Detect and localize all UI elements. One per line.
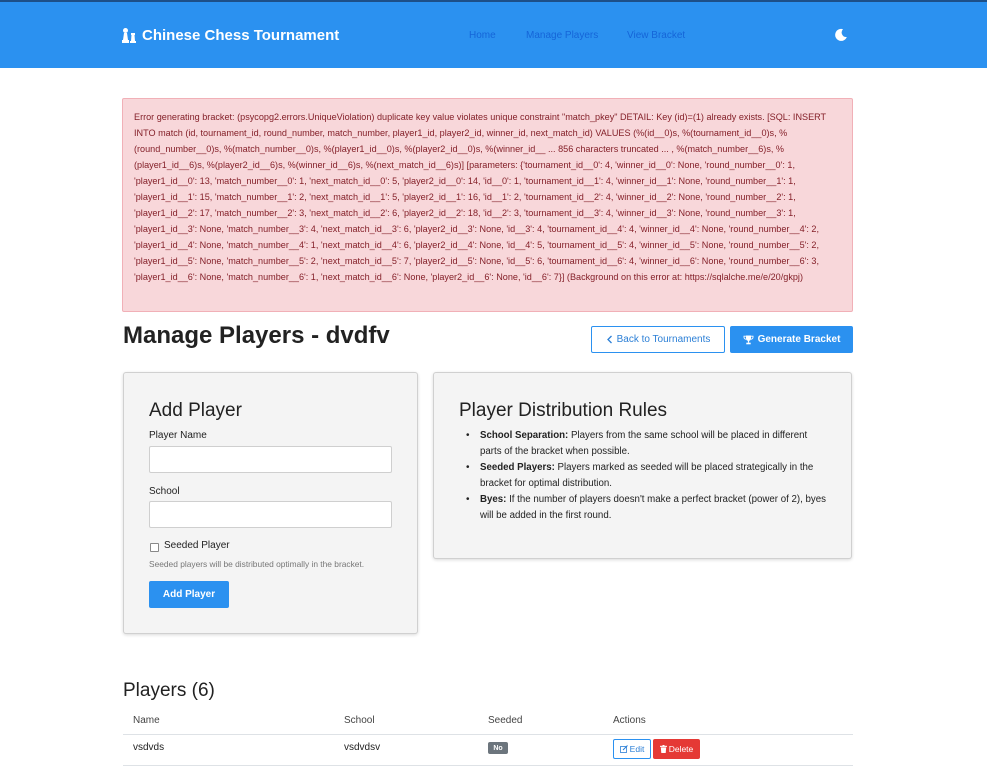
table-row-divider	[123, 765, 853, 766]
column-header-school: School	[344, 715, 375, 726]
edit-label: Edit	[629, 744, 645, 754]
edit-icon	[619, 745, 628, 753]
rule-title: Byes:	[480, 494, 507, 505]
seeded-checkbox[interactable]	[150, 543, 159, 552]
player-school-cell: vsdvdsv	[344, 742, 381, 753]
generate-bracket-button[interactable]: Generate Bracket	[730, 326, 853, 353]
brand-title: Chinese Chess Tournament	[142, 26, 340, 44]
rules-heading: Player Distribution Rules	[459, 400, 668, 421]
rule-title: Seeded Players:	[480, 462, 555, 473]
back-to-tournaments-button[interactable]: Back to Tournaments	[591, 326, 725, 353]
edit-player-button[interactable]: Edit	[613, 739, 651, 759]
rules-list: School Separation: Players from the same…	[466, 428, 826, 524]
school-label: School	[149, 486, 180, 497]
distribution-rules-card: Player Distribution Rules School Separat…	[433, 372, 852, 559]
error-alert: Error generating bracket: (psycopg2.erro…	[122, 98, 853, 312]
delete-label: Delete	[668, 744, 694, 754]
nav-link-manage-players[interactable]: Manage Players	[526, 30, 598, 41]
rule-text: If the number of players doesn't make a …	[480, 494, 826, 521]
player-name-cell: vsdvds	[133, 742, 165, 753]
add-player-card: Add Player Player Name School Seeded Pla…	[123, 372, 418, 634]
school-input[interactable]	[149, 501, 392, 528]
rule-title: School Separation:	[480, 430, 569, 441]
trash-icon	[659, 745, 667, 753]
player-name-label: Player Name	[149, 430, 207, 441]
generate-button-label: Generate Bracket	[757, 334, 841, 345]
rule-item: School Separation: Players from the same…	[466, 428, 826, 460]
column-header-name: Name	[133, 715, 160, 726]
rule-item: Byes: If the number of players doesn't m…	[466, 492, 826, 524]
seeded-help-text: Seeded players will be distributed optim…	[149, 559, 365, 569]
players-heading: Players (6)	[123, 680, 215, 701]
moon-icon[interactable]	[834, 28, 848, 42]
table-header-divider	[123, 734, 853, 735]
back-button-label: Back to Tournaments	[616, 334, 711, 345]
delete-player-button[interactable]: Delete	[653, 739, 700, 759]
seeded-status-badge: No	[488, 742, 508, 754]
column-header-seeded: Seeded	[488, 715, 523, 726]
trophy-icon	[743, 335, 754, 344]
nav-link-view-bracket[interactable]: View Bracket	[627, 30, 685, 41]
add-player-heading: Add Player	[149, 400, 242, 421]
player-name-input[interactable]	[149, 446, 392, 473]
brand[interactable]: Chinese Chess Tournament	[121, 26, 339, 44]
seeded-label[interactable]: Seeded Player	[164, 540, 230, 551]
page-title: Manage Players - dvdfv	[123, 322, 390, 349]
chess-pieces-icon	[122, 28, 136, 43]
column-header-actions: Actions	[613, 715, 646, 726]
rule-item: Seeded Players: Players marked as seeded…	[466, 460, 826, 492]
nav-link-home[interactable]: Home	[469, 30, 496, 41]
navbar: Chinese Chess Tournament Home Manage Pla…	[0, 0, 987, 68]
add-player-button[interactable]: Add Player	[149, 581, 229, 608]
chevron-left-icon	[606, 335, 612, 344]
